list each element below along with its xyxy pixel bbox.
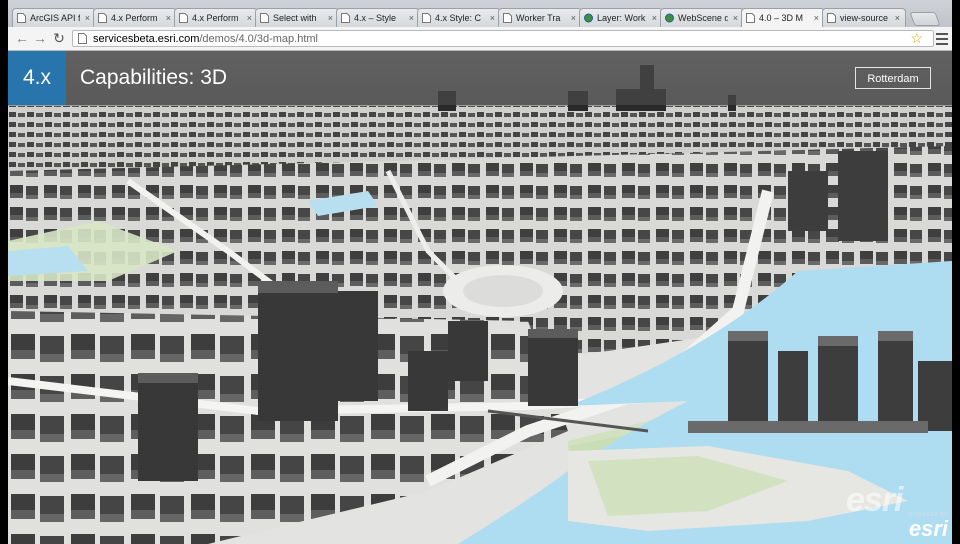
browser-toolbar: ← → ↻ servicesbeta.esri.com/demos/4.0/3d…: [8, 27, 952, 51]
reload-button[interactable]: ↻: [51, 30, 67, 47]
page-icon: [17, 13, 26, 23]
close-icon[interactable]: ×: [571, 9, 576, 27]
close-icon[interactable]: ×: [814, 9, 819, 27]
browser-tab[interactable]: 4.x Perform ×: [174, 8, 258, 27]
page-icon: [260, 13, 269, 23]
page-icon: [422, 13, 431, 23]
back-button[interactable]: ←: [14, 30, 30, 47]
esri-watermark: esri: [846, 481, 903, 519]
browser-tab[interactable]: Select with ×: [255, 8, 339, 27]
close-icon[interactable]: ×: [652, 9, 657, 27]
browser-tab[interactable]: Layer: Work ×: [579, 8, 663, 27]
browser-tab[interactable]: Worker Tra ×: [498, 8, 582, 27]
browser-tab[interactable]: 4.x – Style ×: [336, 8, 420, 27]
app-header: 4.x Capabilities: 3D Rotterdam: [8, 51, 952, 105]
browser-tab[interactable]: 4.x Style: C ×: [417, 8, 501, 27]
close-icon[interactable]: ×: [409, 9, 414, 27]
scene-view-map[interactable]: [8, 51, 952, 544]
new-tab-button[interactable]: [909, 12, 941, 26]
tab-label: 4.x Perform: [111, 13, 158, 23]
page-icon: [746, 13, 755, 23]
tab-strip: ArcGIS API f × 4.x Perform × 4.x Perform × Sel…: [8, 0, 952, 28]
browser-tab[interactable]: 4.x Perform ×: [93, 8, 177, 27]
tab-label: ArcGIS API f: [30, 13, 80, 23]
browser-tab[interactable]: 4.0 – 3D M ×: [741, 8, 825, 28]
menu-icon[interactable]: [936, 30, 948, 47]
browser-tab[interactable]: WebScene d ×: [660, 8, 744, 27]
tab-label: 4.x Style: C: [435, 13, 482, 23]
page-title: Capabilities: 3D: [80, 66, 228, 89]
close-icon[interactable]: ×: [328, 9, 333, 27]
tab-label: Layer: Work: [597, 13, 646, 23]
page-icon: [341, 13, 350, 23]
url-text: servicesbeta.esri.com/demos/4.0/3d-map.h…: [93, 33, 318, 45]
close-icon[interactable]: ×: [166, 9, 171, 27]
close-icon[interactable]: ×: [85, 9, 90, 27]
bookmark-star-icon[interactable]: ☆: [910, 30, 923, 47]
tab-label: Select with: [273, 13, 317, 23]
page-content: 4.x Capabilities: 3D Rotterdam esri POWE…: [8, 51, 952, 544]
close-icon[interactable]: ×: [733, 9, 738, 27]
tab-label: 4.x Perform: [192, 13, 239, 23]
browser-window: ArcGIS API f × 4.x Perform × 4.x Perform × Sel…: [8, 0, 952, 544]
close-icon[interactable]: ×: [490, 9, 495, 27]
forward-button[interactable]: →: [32, 30, 48, 47]
tab-label: view-source: [840, 13, 889, 23]
browser-tab[interactable]: view-source ×: [822, 8, 906, 27]
close-icon[interactable]: ×: [895, 9, 900, 27]
browser-tab[interactable]: ArcGIS API f ×: [12, 8, 96, 27]
tab-label: WebScene d: [678, 13, 728, 23]
city-button[interactable]: Rotterdam: [855, 67, 931, 89]
esri-logo: POWERED BY esri: [900, 506, 952, 544]
page-icon: [98, 13, 107, 23]
version-badge: 4.x: [8, 51, 66, 105]
tab-label: Worker Tra: [516, 13, 561, 23]
globe-icon: [665, 13, 674, 23]
page-icon: [78, 33, 87, 44]
page-icon: [179, 13, 188, 23]
page-icon: [827, 13, 836, 23]
tab-label: 4.x – Style: [354, 13, 397, 23]
esri-logo-text: esri: [908, 516, 948, 541]
page-icon: [503, 13, 512, 23]
globe-icon: [584, 13, 593, 23]
address-bar[interactable]: servicesbeta.esri.com/demos/4.0/3d-map.h…: [72, 30, 934, 47]
close-icon[interactable]: ×: [247, 9, 252, 27]
tab-label: 4.0 – 3D M: [759, 13, 804, 23]
